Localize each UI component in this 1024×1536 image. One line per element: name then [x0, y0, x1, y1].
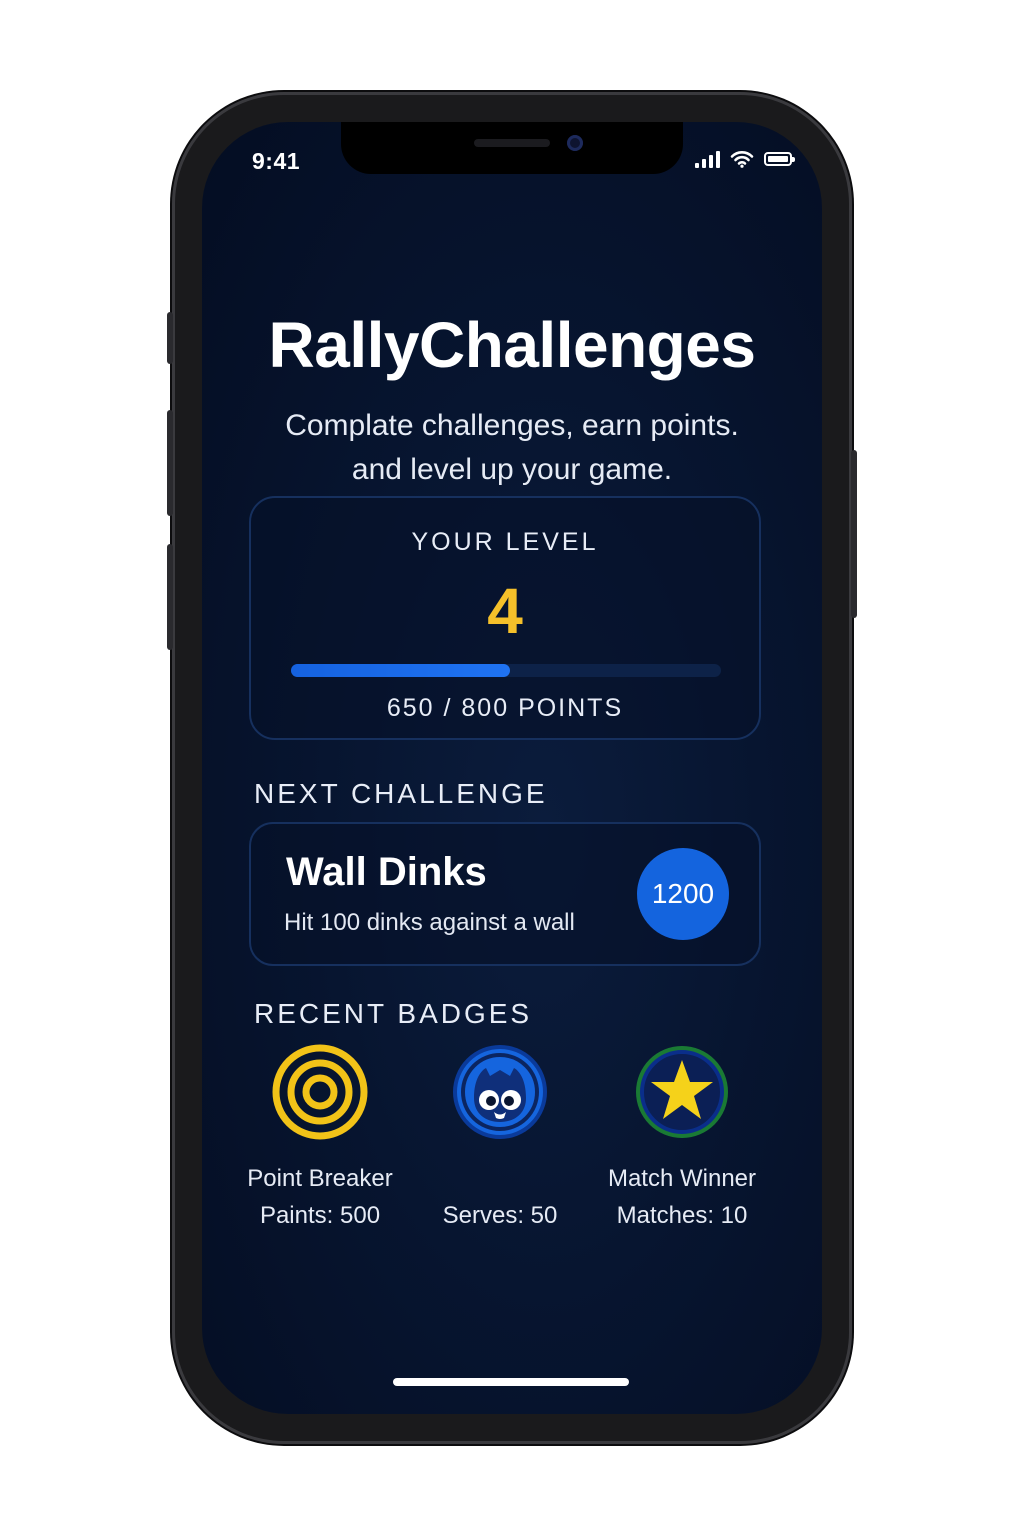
front-camera	[567, 135, 583, 151]
notch	[341, 122, 683, 174]
phone-frame: 9:41 RallyChallenges Complate challenges…	[167, 92, 857, 1444]
battery-icon	[764, 152, 795, 166]
level-progress-bar	[291, 664, 721, 677]
recent-badges-heading: RECENT BADGES	[254, 998, 533, 1029]
target-icon	[272, 1044, 368, 1140]
level-card[interactable]: YOUR LEVEL 4 650 / 800 POINTS	[249, 496, 761, 740]
badge-name: Point Breaker	[247, 1165, 393, 1192]
badge-stat: Matches: 10	[616, 1202, 748, 1229]
status-icons	[695, 150, 795, 168]
next-challenge-card[interactable]: Wall Dinks Hit 100 dinks against a wall …	[249, 822, 761, 966]
star-icon	[636, 1046, 728, 1138]
mute-switch	[167, 312, 173, 364]
badge-name: Match Winner	[607, 1165, 757, 1192]
wifi-icon	[730, 151, 754, 168]
badge-stat: Serves: 50	[442, 1202, 558, 1229]
volume-down-button	[167, 544, 173, 650]
challenge-title: Wall Dinks	[286, 850, 487, 894]
badge-point-breaker[interactable]: Point Breaker Paints: 500	[230, 1040, 410, 1234]
badge-serves[interactable]: Serves: 50	[410, 1040, 590, 1234]
level-value: 4	[487, 575, 523, 647]
cellular-signal-icon	[695, 150, 720, 168]
speaker-grille	[474, 139, 550, 147]
points-progress-text: 650 / 800 POINTS	[386, 694, 624, 722]
screen: 9:41 RallyChallenges Complate challenges…	[202, 122, 822, 1414]
power-button	[851, 450, 857, 618]
volume-up-button	[167, 410, 173, 516]
mascot-icon	[453, 1045, 547, 1139]
next-challenge-heading: NEXT CHALLENGE	[254, 778, 548, 809]
status-time: 9:41	[252, 148, 301, 174]
badge-match-winner[interactable]: Match Winner Matches: 10	[592, 1040, 772, 1234]
badge-name	[410, 1160, 590, 1197]
home-indicator[interactable]	[393, 1378, 629, 1386]
app-title: RallyChallenges	[268, 309, 756, 381]
level-progress-fill	[291, 664, 511, 677]
app-subtitle: Complate challenges, earn points. and le…	[285, 409, 739, 486]
level-label: YOUR LEVEL	[411, 528, 599, 556]
badge-stat: Paints: 500	[259, 1202, 381, 1229]
challenge-description: Hit 100 dinks against a wall	[284, 909, 575, 936]
challenge-points-badge: 1200	[637, 848, 729, 940]
